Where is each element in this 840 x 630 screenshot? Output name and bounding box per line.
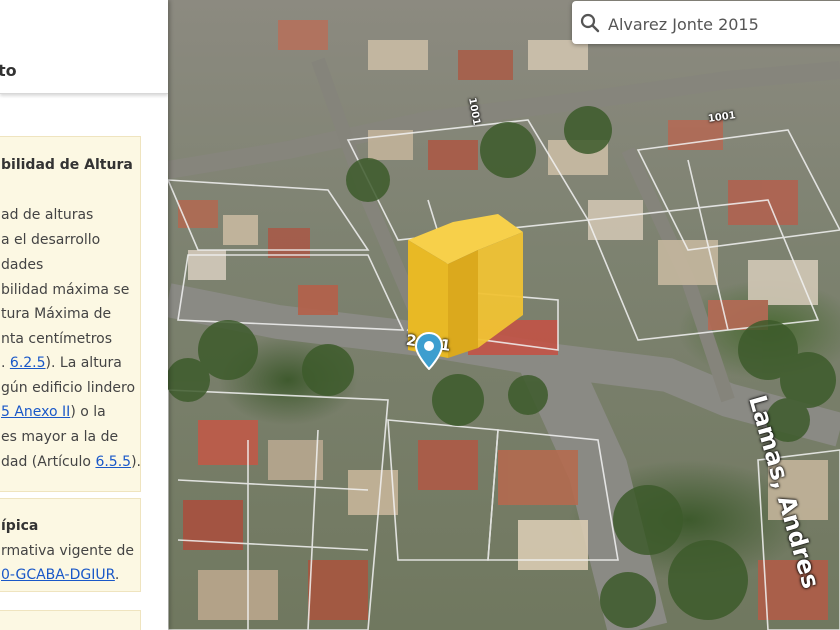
card-title: bilidad de Altura: [1, 157, 133, 173]
card-text-line: . 6.2.5). La altura: [1, 355, 122, 371]
info-card-altura: bilidad de Altura ad de alturas a el des…: [0, 136, 141, 492]
article-link-6-5-5[interactable]: 6.5.5: [95, 454, 131, 470]
info-side-panel: to bilidad de Altura ad de alturas a el …: [0, 0, 168, 630]
text-fragment: ) o la: [70, 404, 106, 420]
text-fragment: .: [1, 355, 10, 371]
card-text-line: dades: [1, 257, 44, 273]
text-fragment: ). La altura: [45, 355, 122, 371]
info-card-tipica: ípica rmativa vigente de 0-GCABA-DGIUR.: [0, 498, 141, 592]
text-fragment: .: [114, 567, 120, 583]
card-text-line: dad (Artículo 6.5.5).: [1, 454, 141, 470]
panel-header: to: [0, 0, 168, 94]
search-box[interactable]: [572, 1, 840, 44]
map-3d-view[interactable]: 2001 Lamas, Andres 1001 1001: [168, 0, 840, 630]
text-fragment: dad (Artículo: [1, 454, 96, 470]
map-satellite-layer: [168, 20, 840, 630]
panel-title: to: [0, 61, 17, 80]
normativa-link[interactable]: 0-GCABA-DGIUR: [1, 567, 115, 583]
search-input[interactable]: [606, 10, 840, 38]
card-text-line: bilidad máxima se: [1, 282, 130, 298]
card-title: ípica: [1, 518, 39, 534]
text-fragment: ).: [131, 454, 141, 470]
card-text-line: tura Máxima de: [1, 306, 112, 322]
info-card-next: [0, 610, 141, 630]
card-text-line: gún edificio lindero: [1, 380, 136, 396]
card-text-line: nta centímetros: [1, 331, 113, 347]
search-icon[interactable]: [580, 13, 600, 33]
card-text-line: a el desarrollo: [1, 232, 101, 248]
annex-link[interactable]: 5 Anexo II: [1, 404, 70, 420]
article-link-6-2-5[interactable]: 6.2.5: [10, 355, 46, 371]
card-text-line: ad de alturas: [1, 207, 94, 223]
card-text-line: es mayor a la de: [1, 429, 119, 445]
card-text-line: 0-GCABA-DGIUR.: [1, 567, 119, 583]
card-text-line: rmativa vigente de: [1, 543, 135, 559]
location-pin-icon[interactable]: [414, 332, 444, 370]
card-text-line: 5 Anexo II) o la: [1, 404, 106, 420]
